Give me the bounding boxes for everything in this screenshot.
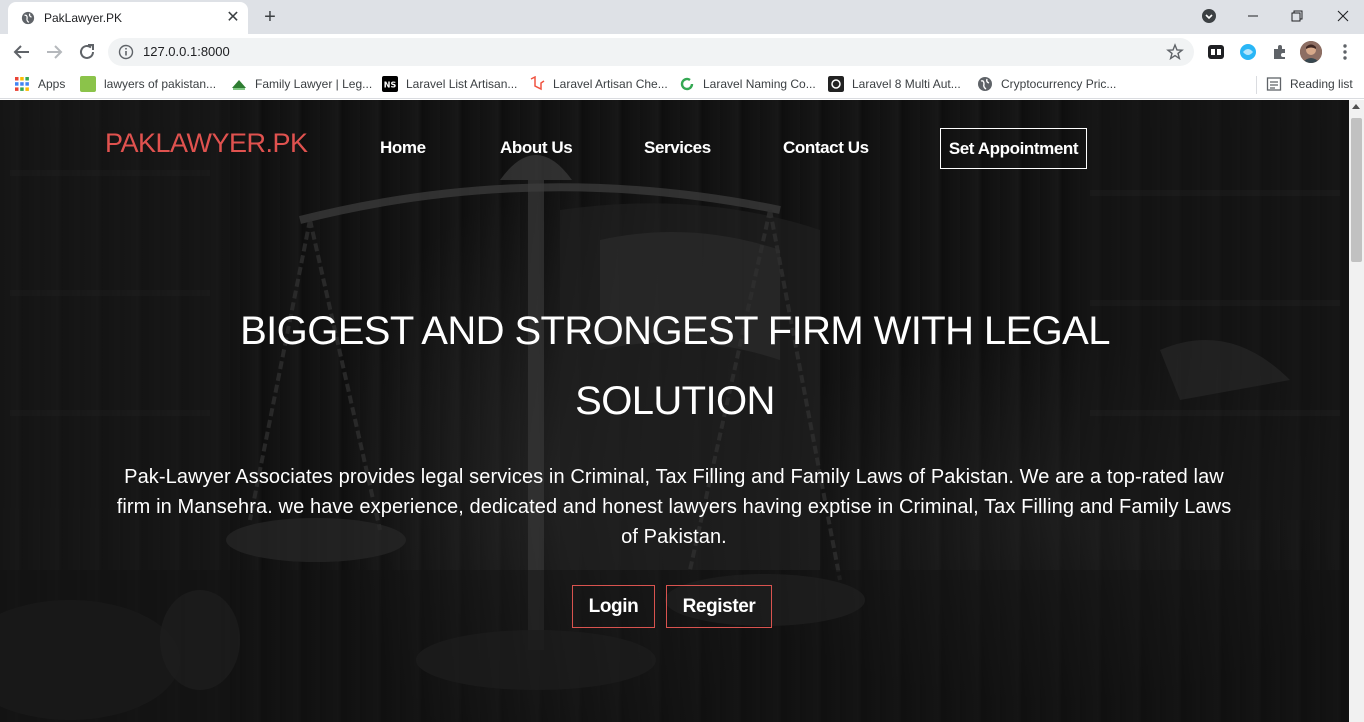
bookmark-family-lawyer[interactable]: Family Lawyer | Leg... [231,75,372,93]
family-lawyer-icon [232,80,246,90]
hero-title-line1: BIGGEST AND STRONGEST FIRM WITH LEGAL [240,309,1110,353]
bookmarks-separator [1256,76,1257,94]
browser-tab[interactable]: PakLawyer.PK ✕ [8,2,248,34]
set-appointment-button[interactable]: Set Appointment [940,128,1087,169]
bookmark-label: Laravel 8 Multi Aut... [852,77,961,91]
hero-title: BIGGEST AND STRONGEST FIRM WITH LEGAL SO… [140,296,1210,436]
login-button[interactable]: Login [572,585,655,628]
new-tab-button[interactable]: + [258,5,282,29]
profile-photo-icon [1300,41,1322,63]
nav-contact-us[interactable]: Contact Us [783,138,869,158]
reading-list-icon [1266,77,1282,91]
forward-arrow-icon[interactable] [42,40,66,64]
bookmark-laravel-artisan-cheatsheet[interactable]: Laravel Artisan Che... [529,75,668,93]
bookmark-cryptocurrency-prices[interactable]: Cryptocurrency Pric... [977,75,1116,93]
bookmark-label: Cryptocurrency Pric... [1001,77,1117,91]
bookmark-laravel-multi-auth[interactable]: Laravel 8 Multi Aut... [828,75,961,93]
register-button[interactable]: Register [666,585,772,628]
tab-search-icon[interactable] [1196,4,1222,28]
extension-tab-manager-icon[interactable] [1206,42,1226,62]
profile-avatar[interactable] [1300,41,1322,63]
tab-title: PakLawyer.PK [44,11,123,25]
bookmark-label: Laravel List Artisan... [406,77,518,91]
browser-toolbar: 127.0.0.1:8000 [0,34,1364,70]
scroll-up-arrow-icon[interactable] [1352,104,1360,109]
bookmarks-bar: Apps lawyers of pakistan... Family Lawye… [0,70,1364,99]
address-bar[interactable]: 127.0.0.1:8000 [108,38,1194,66]
close-window-icon[interactable] [1330,4,1356,28]
extension-blue-swirl-icon[interactable] [1238,42,1258,62]
bookmark-lawyers-of-pakistan[interactable]: lawyers of pakistan... [80,75,216,93]
bookmark-laravel-naming[interactable]: Laravel Naming Co... [679,75,816,93]
laravel-icon [530,76,545,91]
site-info-icon[interactable] [118,44,134,60]
nav-services[interactable]: Services [644,138,711,158]
svg-text:NS: NS [384,81,397,90]
bookmark-laravel-list-artisan[interactable]: NS Laravel List Artisan... [382,75,517,93]
ns-icon: NS [382,76,398,92]
bookmark-label: Laravel Naming Co... [703,77,816,91]
extensions-puzzle-icon[interactable] [1270,42,1290,62]
dark-square-icon [828,76,844,92]
reload-icon[interactable] [75,40,99,64]
refresh-green-icon [680,77,694,91]
site-logo[interactable]: PAKLAWYER.PK [105,128,308,159]
bookmark-label: lawyers of pakistan... [104,77,217,91]
reading-list-label: Reading list [1290,77,1353,91]
bookmark-star-icon[interactable] [1166,43,1184,61]
page-scrollbar[interactable] [1349,100,1364,722]
globe-icon [978,77,992,91]
minimize-icon[interactable] [1240,4,1266,28]
globe-icon [21,11,35,25]
bookmark-label: Apps [38,77,66,91]
bookmark-apps[interactable]: Apps [14,75,65,93]
nav-home[interactable]: Home [380,138,426,158]
hero-section: PAKLAWYER.PK Home About Us Services Cont… [0,100,1349,722]
browser-menu-icon[interactable] [1335,40,1355,64]
url-text[interactable]: 127.0.0.1:8000 [143,44,230,59]
ask-icon [80,76,96,92]
close-tab-icon[interactable]: ✕ [223,8,243,28]
bookmark-label: Family Lawyer | Leg... [255,77,373,91]
scroll-thumb[interactable] [1351,118,1362,262]
apps-grid-icon [15,77,29,91]
back-arrow-icon[interactable] [10,40,34,64]
bookmark-label: Laravel Artisan Che... [553,77,668,91]
nav-about-us[interactable]: About Us [500,138,573,158]
hero-title-line2: SOLUTION [575,379,775,423]
reading-list-button[interactable]: Reading list [1266,75,1353,93]
restore-icon[interactable] [1284,4,1310,28]
browser-tabstrip: PakLawyer.PK ✕ + [0,0,1364,34]
hero-description: Pak-Lawyer Associates provides legal ser… [116,466,1232,548]
